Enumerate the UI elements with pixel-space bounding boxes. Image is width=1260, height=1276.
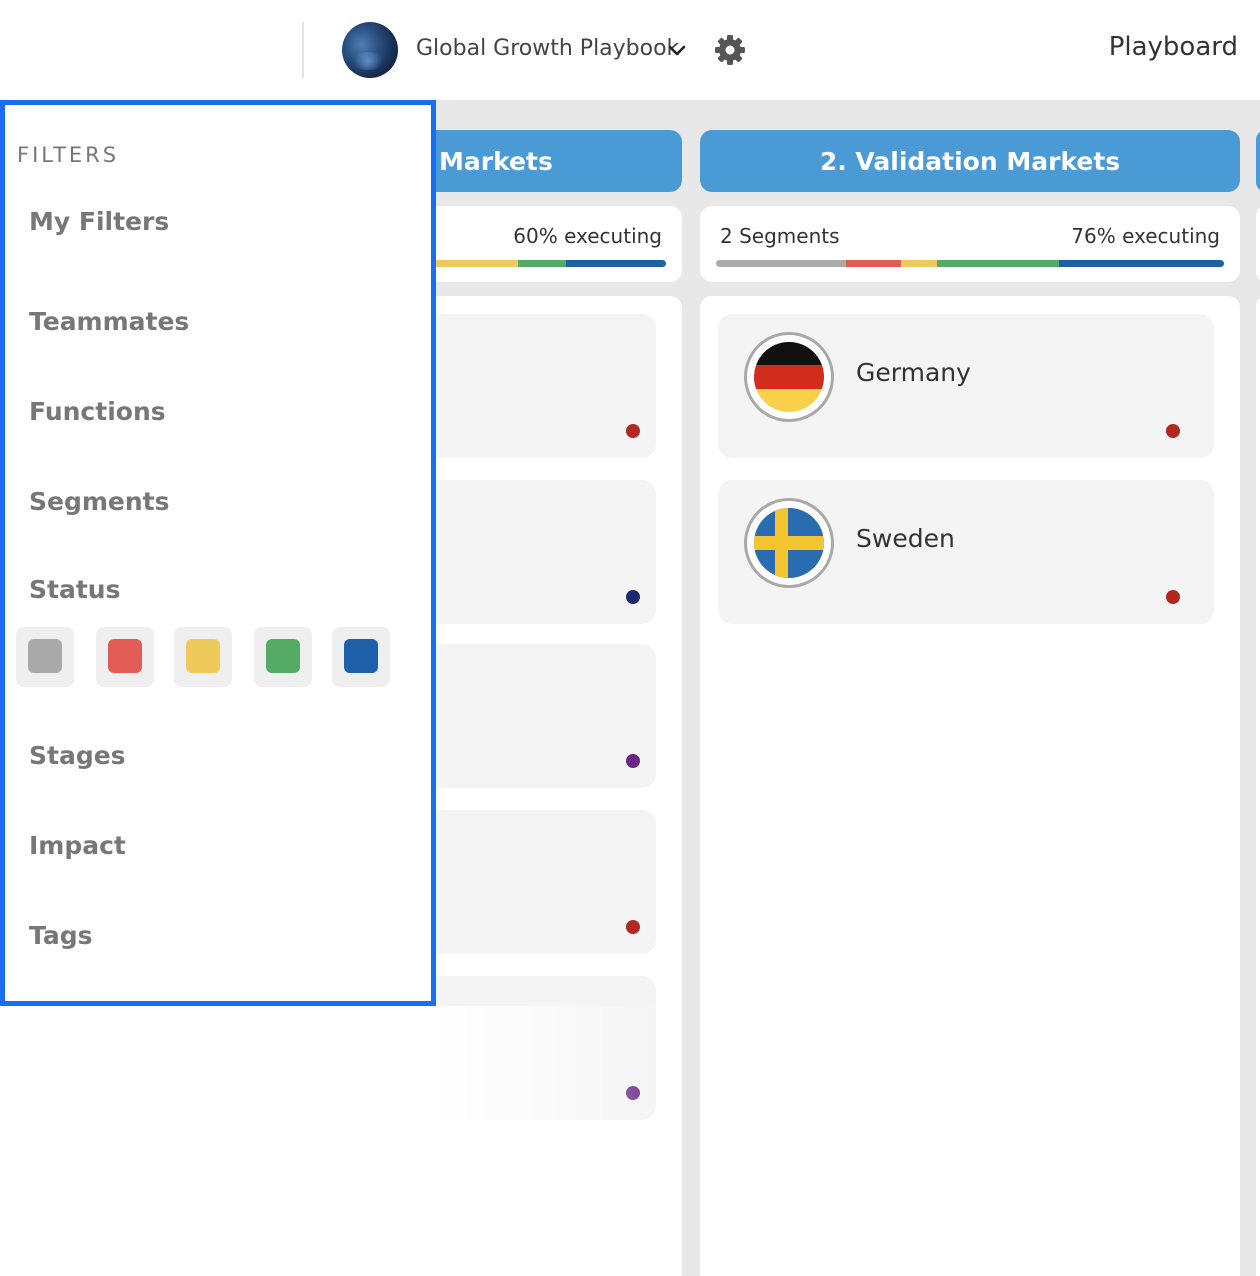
filter-stages[interactable]: Stages bbox=[29, 741, 126, 770]
column-title: 2. Validation Markets bbox=[819, 146, 1121, 176]
column-stats-edge bbox=[1256, 206, 1260, 282]
status-dot bbox=[1166, 590, 1180, 604]
top-bar: Global Growth Playbook Playboard bbox=[0, 0, 1260, 100]
column-stats: 2 Segments 76% executing bbox=[700, 206, 1240, 282]
segment-name: Germany bbox=[856, 358, 971, 387]
segment-card-sweden[interactable]: Sweden bbox=[718, 480, 1214, 624]
bar-segment bbox=[518, 260, 567, 267]
bar-segment bbox=[716, 260, 846, 267]
germany-flag-icon bbox=[744, 332, 834, 422]
gear-icon[interactable] bbox=[712, 32, 748, 68]
status-dot bbox=[626, 754, 640, 768]
filters-heading: FILTERS bbox=[17, 143, 120, 167]
chevron-down-icon[interactable] bbox=[664, 38, 690, 64]
playbook-avatar[interactable] bbox=[342, 22, 398, 78]
header-divider bbox=[302, 22, 304, 78]
segment-card-germany[interactable]: Germany bbox=[718, 314, 1214, 458]
bar-segment bbox=[901, 260, 937, 267]
column-header[interactable]: 2. Validation Markets bbox=[700, 130, 1240, 192]
column-body-edge bbox=[1256, 296, 1260, 1276]
status-swatch-blue[interactable] bbox=[332, 627, 390, 687]
status-color-yellow bbox=[186, 639, 220, 673]
status-dot bbox=[1166, 424, 1180, 438]
filter-segments[interactable]: Segments bbox=[29, 487, 170, 516]
filter-tags[interactable]: Tags bbox=[29, 921, 92, 950]
status-progress-bar bbox=[716, 260, 1224, 267]
status-swatch-red[interactable] bbox=[96, 627, 154, 687]
segment-count: 2 Segments bbox=[720, 224, 840, 248]
status-swatch-grey[interactable] bbox=[16, 627, 74, 687]
status-color-red bbox=[108, 639, 142, 673]
filter-impact[interactable]: Impact bbox=[29, 831, 126, 860]
executing-percent: 76% executing bbox=[1071, 224, 1220, 248]
segment-name: Sweden bbox=[856, 524, 955, 553]
playbook-title[interactable]: Global Growth Playbook bbox=[416, 36, 679, 61]
sweden-flag-icon bbox=[744, 498, 834, 588]
bar-segment bbox=[566, 260, 666, 267]
bar-segment bbox=[845, 260, 902, 267]
filter-my-filters[interactable]: My Filters bbox=[29, 207, 169, 236]
status-swatch-green[interactable] bbox=[254, 627, 312, 687]
filters-fade bbox=[432, 1006, 682, 1276]
filter-functions[interactable]: Functions bbox=[29, 397, 166, 426]
filters-panel: FILTERS My Filters Teammates Functions S… bbox=[0, 100, 436, 1006]
bar-segment bbox=[936, 260, 1059, 267]
status-dot bbox=[626, 424, 640, 438]
board-column-validation-markets: 2. Validation Markets 2 Segments 76% exe… bbox=[700, 130, 1240, 1276]
filter-teammates[interactable]: Teammates bbox=[29, 307, 189, 336]
status-swatch-yellow[interactable] bbox=[174, 627, 232, 687]
status-color-blue bbox=[344, 639, 378, 673]
status-color-green bbox=[266, 639, 300, 673]
column-header-edge bbox=[1256, 130, 1260, 192]
filters-backdrop bbox=[0, 1006, 432, 1276]
brand-name: Playboard bbox=[1108, 32, 1238, 62]
filter-status[interactable]: Status bbox=[29, 575, 120, 604]
executing-percent: 60% executing bbox=[513, 224, 662, 248]
column-body: Germany Sweden bbox=[700, 296, 1240, 1276]
bar-segment bbox=[1058, 260, 1224, 267]
status-dot bbox=[626, 920, 640, 934]
column-title: Markets bbox=[439, 146, 553, 176]
status-color-grey bbox=[28, 639, 62, 673]
status-dot bbox=[626, 590, 640, 604]
